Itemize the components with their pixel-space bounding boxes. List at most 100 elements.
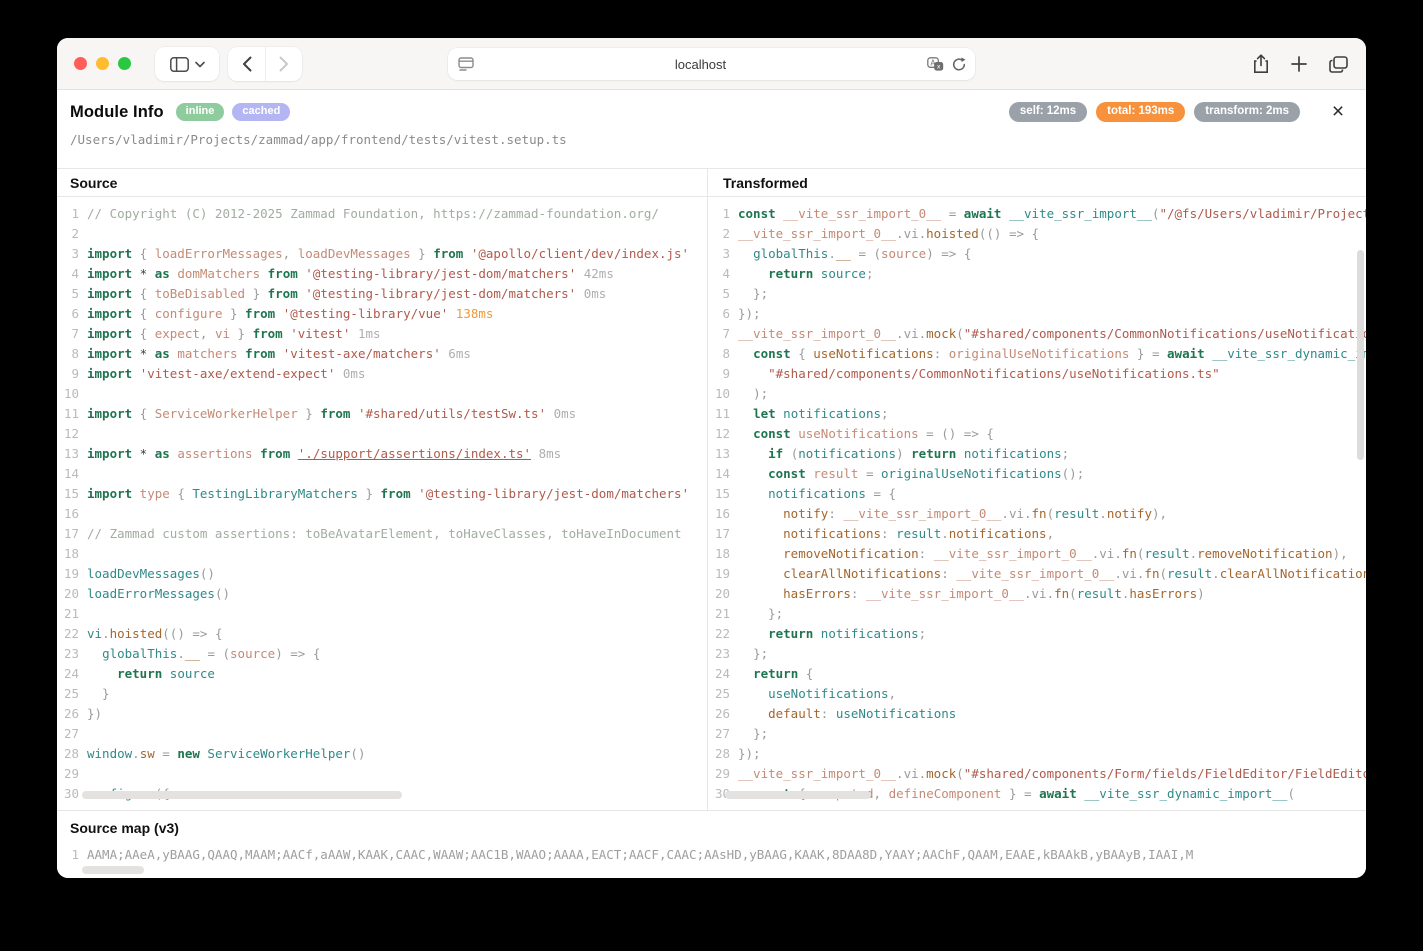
close-icon[interactable]: × bbox=[1327, 101, 1349, 123]
code-line: 7import { expect, vi } from 'vitest' 1ms bbox=[57, 324, 707, 344]
sourcemap-mappings: AAMA;AAeA,yBAAG,QAAQ,MAAM;AACf,aAAW,KAAK… bbox=[87, 845, 1193, 865]
new-tab-icon[interactable] bbox=[1291, 56, 1307, 72]
line-number: 27 bbox=[708, 724, 738, 744]
transformed-vscrollbar[interactable] bbox=[1357, 250, 1364, 460]
code-token: clearAllNotifications bbox=[783, 566, 941, 581]
line-number: 9 bbox=[708, 364, 738, 384]
code-token: } bbox=[245, 286, 268, 301]
timing-badge-transform: transform: 2ms bbox=[1194, 102, 1300, 123]
back-icon[interactable] bbox=[229, 47, 265, 81]
code-token bbox=[738, 426, 753, 441]
code-line: 4import * as domMatchers from '@testing-… bbox=[57, 264, 707, 284]
source-hscrollbar[interactable] bbox=[82, 791, 402, 799]
code-token: return bbox=[911, 446, 956, 461]
chevron-down-icon[interactable] bbox=[195, 61, 205, 68]
code-token: let bbox=[753, 406, 776, 421]
close-window-button[interactable] bbox=[74, 57, 87, 70]
module-link[interactable]: './support/assertions/index.ts' bbox=[298, 446, 531, 461]
forward-icon[interactable] bbox=[265, 47, 301, 81]
translate-icon[interactable]: Ax bbox=[927, 57, 944, 72]
code-line: 22 return notifications; bbox=[708, 624, 1366, 644]
code-token: "/@fs/Users/vladimir/Projects/zammad/nod… bbox=[1159, 206, 1366, 221]
code-token: __vite_ssr_import_0__ bbox=[843, 506, 1001, 521]
zoom-window-button[interactable] bbox=[118, 57, 131, 70]
code-token bbox=[290, 446, 298, 461]
line-number: 15 bbox=[708, 484, 738, 504]
code-token: fn bbox=[1122, 546, 1137, 561]
share-icon[interactable] bbox=[1253, 54, 1269, 74]
transformed-panel-title: Transformed bbox=[707, 169, 1366, 196]
code-token bbox=[260, 266, 268, 281]
code-token: configure bbox=[155, 306, 223, 321]
source-code-panel: 1// Copyright (C) 2012-2025 Zammad Found… bbox=[57, 197, 707, 810]
code-line: 24 return source bbox=[57, 664, 707, 684]
line-number: 11 bbox=[708, 404, 738, 424]
code-token: import bbox=[87, 486, 132, 501]
code-token: as bbox=[155, 446, 170, 461]
code-token: . bbox=[1099, 506, 1107, 521]
code-token: 'vitest' bbox=[290, 326, 350, 341]
line-number: 8 bbox=[57, 344, 87, 364]
code-line: 17 notifications: result.notifications, bbox=[708, 524, 1366, 544]
line-number: 20 bbox=[57, 584, 87, 604]
code-token: __vite_ssr_import_0__ bbox=[738, 326, 896, 341]
code-line: 10 bbox=[57, 384, 707, 404]
code-token: () bbox=[215, 586, 230, 601]
code-token: ( bbox=[783, 446, 798, 461]
code-token: globalThis bbox=[753, 246, 828, 261]
badge-cached: cached bbox=[232, 103, 290, 121]
code-token: } bbox=[87, 686, 110, 701]
code-token: ); bbox=[753, 386, 768, 401]
code-line: 1const __vite_ssr_import_0__ = await __v… bbox=[708, 204, 1366, 224]
code-token: }; bbox=[753, 646, 768, 661]
code-token: __ bbox=[836, 246, 851, 261]
code-token: } bbox=[230, 326, 253, 341]
code-token: ), bbox=[1333, 546, 1348, 561]
address-bar[interactable]: localhost Ax bbox=[448, 48, 975, 80]
code-token: return bbox=[753, 666, 798, 681]
line-number: 9 bbox=[57, 364, 87, 384]
line-number: 2 bbox=[57, 224, 87, 244]
code-token: * bbox=[132, 346, 155, 361]
code-token: ( bbox=[1047, 506, 1055, 521]
line-number: 1 bbox=[708, 204, 738, 224]
code-token: } bbox=[358, 486, 381, 501]
code-token bbox=[253, 446, 261, 461]
code-token: = { bbox=[866, 486, 896, 501]
line-number: 22 bbox=[708, 624, 738, 644]
code-token: "#shared/components/CommonNotifications/… bbox=[964, 326, 1366, 341]
code-token: import bbox=[87, 326, 132, 341]
code-token bbox=[738, 526, 783, 541]
code-token: source bbox=[881, 246, 926, 261]
code-token: globalThis bbox=[102, 646, 177, 661]
code-token bbox=[238, 346, 246, 361]
minimize-window-button[interactable] bbox=[96, 57, 109, 70]
code-token: TestingLibraryMatchers bbox=[192, 486, 358, 501]
line-number: 18 bbox=[57, 544, 87, 564]
code-token: __vite_ssr_import__ bbox=[1001, 206, 1152, 221]
code-token bbox=[738, 266, 768, 281]
code-token bbox=[87, 646, 102, 661]
code-token: const bbox=[753, 426, 791, 441]
tabs-overview-icon[interactable] bbox=[1329, 56, 1348, 73]
reload-icon[interactable] bbox=[952, 57, 966, 72]
code-line: 6}); bbox=[708, 304, 1366, 324]
code-token: fn bbox=[1144, 566, 1159, 581]
code-line: 21 bbox=[57, 604, 707, 624]
code-token: .vi. bbox=[896, 326, 926, 341]
transformed-hscrollbar[interactable] bbox=[725, 791, 871, 799]
code-line: 25 useNotifications, bbox=[708, 684, 1366, 704]
code-token: = () => { bbox=[919, 426, 994, 441]
url-text: localhost bbox=[474, 57, 927, 72]
sourcemap-hscrollbar[interactable] bbox=[82, 866, 144, 874]
code-token: sw bbox=[140, 746, 155, 761]
code-line: 21 }; bbox=[708, 604, 1366, 624]
code-token: from bbox=[268, 286, 298, 301]
sidebar-icon[interactable] bbox=[170, 57, 189, 72]
code-token: notifications bbox=[813, 626, 918, 641]
code-token: return bbox=[768, 266, 813, 281]
code-token: import bbox=[87, 246, 132, 261]
sourcemap-line: 1 AAMA;AAeA,yBAAG,QAAQ,MAAM;AACf,aAAW,KA… bbox=[57, 845, 1366, 865]
code-token: __vite_ssr_import_0__ bbox=[776, 206, 942, 221]
line-number: 22 bbox=[57, 624, 87, 644]
